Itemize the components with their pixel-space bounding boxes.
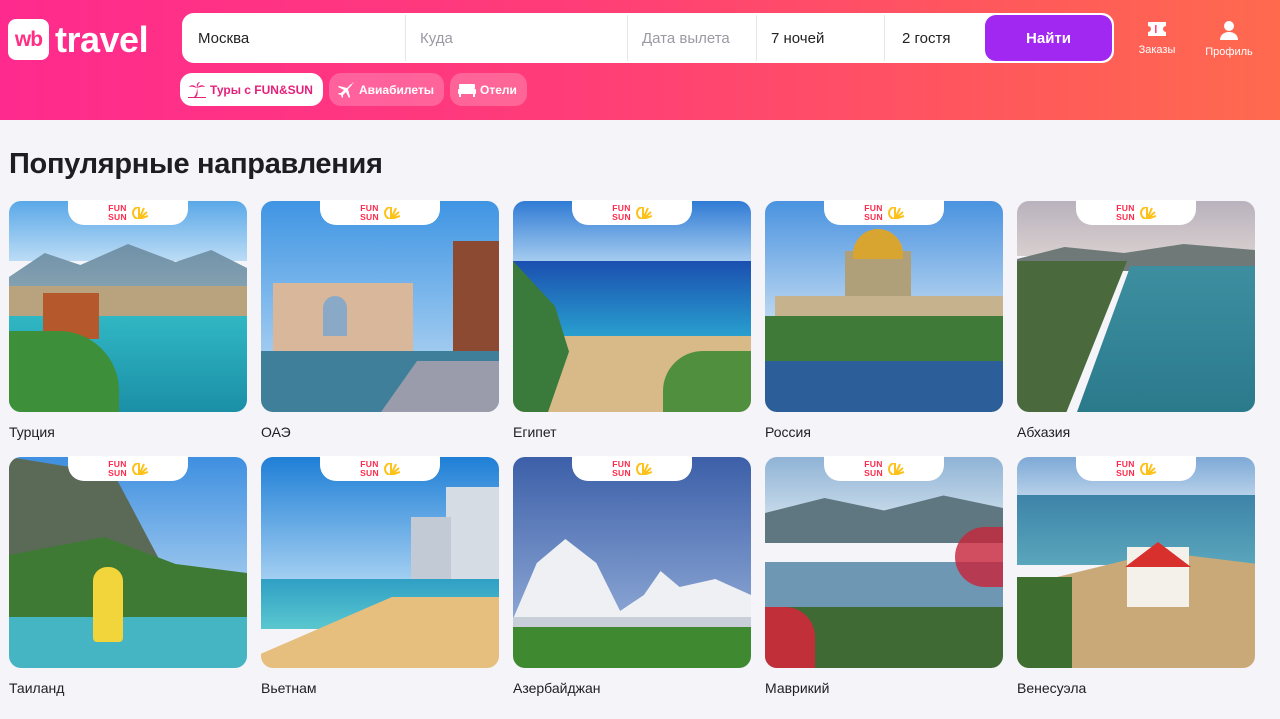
destination-card[interactable]: FUN SUN Вьетнам	[261, 456, 499, 713]
destination-name: ОАЭ	[261, 424, 291, 440]
to-field[interactable]: Куда	[406, 15, 628, 61]
destination-image	[1017, 201, 1255, 412]
tab-flights-label: Авиабилеты	[358, 82, 434, 97]
sun-icon	[131, 462, 148, 475]
funsun-badge: FUN SUN	[320, 456, 440, 481]
palm-icon	[188, 81, 206, 98]
sun-icon	[1139, 462, 1156, 475]
sun-icon	[1139, 206, 1156, 219]
destination-card[interactable]: FUN SUN Венесуэла	[1017, 456, 1255, 713]
funsun-badge: FUN SUN	[1076, 456, 1196, 481]
tab-hotels-label: Отели	[479, 82, 517, 97]
destination-card[interactable]: FUN SUN Маврикий	[765, 456, 1003, 713]
destinations-grid: FUN SUN Турция FUN SUN ОАЭ FUN SUN Египе…	[9, 200, 1259, 713]
destination-image	[513, 201, 751, 412]
sun-icon	[887, 462, 904, 475]
destination-name: Вьетнам	[261, 680, 317, 696]
destination-image	[261, 457, 499, 668]
nights-field[interactable]: 7 ночей	[757, 15, 885, 61]
sun-icon	[131, 206, 148, 219]
destination-image	[261, 201, 499, 412]
destination-card[interactable]: FUN SUN Таиланд	[9, 456, 247, 713]
sun-icon	[383, 206, 400, 219]
profile-label: Профиль	[1205, 46, 1253, 58]
destination-image	[1017, 457, 1255, 668]
destination-image	[765, 201, 1003, 412]
search-button[interactable]: Найти	[985, 15, 1112, 61]
category-tabs: Туры с FUN&SUN Авиабилеты Отели	[180, 73, 527, 106]
header: wb travel Москва Куда Дата вылета 7 ноче…	[0, 0, 1280, 120]
date-field[interactable]: Дата вылета	[628, 15, 757, 61]
section-title: Популярные направления	[9, 148, 383, 180]
destination-card[interactable]: FUN SUN Египет	[513, 200, 751, 457]
destination-image	[9, 201, 247, 412]
destination-name: Азербайджан	[513, 680, 601, 696]
destination-card[interactable]: FUN SUN Азербайджан	[513, 456, 751, 713]
destination-name: Египет	[513, 424, 557, 440]
funsun-badge: FUN SUN	[320, 200, 440, 225]
destination-card[interactable]: FUN SUN ОАЭ	[261, 200, 499, 457]
funsun-badge: FUN SUN	[824, 200, 944, 225]
orders-label: Заказы	[1138, 44, 1176, 56]
funsun-badge: FUN SUN	[572, 200, 692, 225]
tab-tours[interactable]: Туры с FUN&SUN	[180, 73, 323, 106]
destination-name: Таиланд	[9, 680, 65, 696]
funsun-badge: FUN SUN	[572, 456, 692, 481]
logo-mark: wb	[8, 19, 49, 60]
destination-name: Турция	[9, 424, 55, 440]
sun-icon	[383, 462, 400, 475]
logo-text: travel	[55, 18, 149, 60]
destination-image	[9, 457, 247, 668]
destination-card[interactable]: FUN SUN Турция	[9, 200, 247, 457]
profile-button[interactable]: Профиль	[1199, 20, 1259, 58]
destination-card[interactable]: FUN SUN Россия	[765, 200, 1003, 457]
tab-tours-label: Туры с FUN&SUN	[210, 82, 313, 97]
funsun-badge: FUN SUN	[1076, 200, 1196, 225]
tab-flights[interactable]: Авиабилеты	[328, 73, 444, 106]
ticket-icon	[1148, 22, 1166, 36]
funsun-badge: FUN SUN	[68, 200, 188, 225]
guests-field[interactable]: 2 гостя	[885, 15, 985, 61]
sun-icon	[635, 462, 652, 475]
logo[interactable]: wb travel	[8, 18, 149, 60]
destination-image	[765, 457, 1003, 668]
search-bar: Москва Куда Дата вылета 7 ночей 2 гостя …	[182, 13, 1114, 63]
bed-icon	[457, 83, 476, 97]
from-field[interactable]: Москва	[184, 15, 406, 61]
sun-icon	[635, 206, 652, 219]
destination-image	[513, 457, 751, 668]
tab-hotels[interactable]: Отели	[449, 73, 527, 106]
orders-button[interactable]: Заказы	[1127, 20, 1187, 56]
user-icon	[1220, 21, 1238, 40]
destination-name: Маврикий	[765, 680, 830, 696]
plane-icon	[337, 81, 354, 98]
destination-card[interactable]: FUN SUN Абхазия	[1017, 200, 1255, 457]
funsun-badge: FUN SUN	[68, 456, 188, 481]
destination-name: Абхазия	[1017, 424, 1071, 440]
sun-icon	[887, 206, 904, 219]
destination-name: Венесуэла	[1017, 680, 1087, 696]
funsun-badge: FUN SUN	[824, 456, 944, 481]
destination-name: Россия	[765, 424, 811, 440]
